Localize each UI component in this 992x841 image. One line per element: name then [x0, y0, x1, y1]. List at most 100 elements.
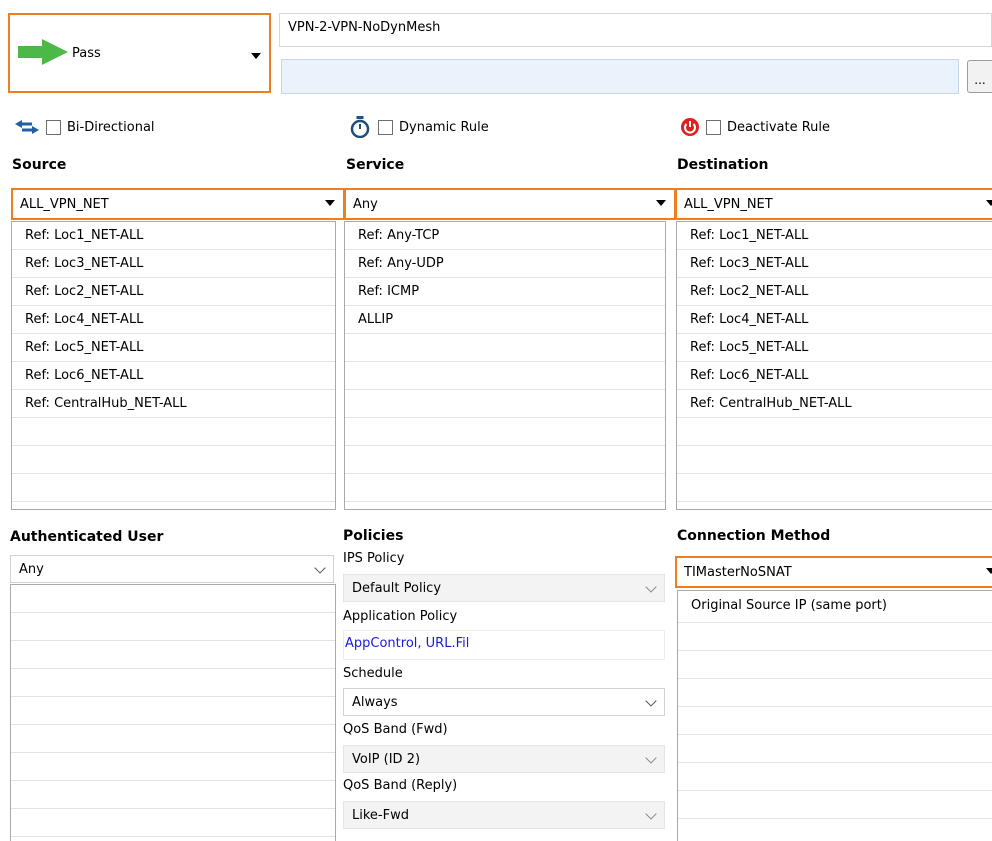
chevron-down-icon [645, 752, 657, 764]
empty-row [345, 446, 665, 474]
list-item[interactable]: ALLIP [345, 306, 665, 334]
auth-user-list[interactable] [10, 584, 336, 841]
auth-user-heading: Authenticated User [10, 529, 164, 545]
list-item[interactable]: Ref: ICMP [345, 278, 665, 306]
source-list[interactable]: Ref: Loc1_NET-ALL Ref: Loc3_NET-ALL Ref:… [11, 221, 336, 510]
bidirectional-arrows-icon [15, 120, 39, 134]
qos-fwd-value: VoIP (ID 2) [352, 751, 421, 767]
list-item[interactable]: Ref: Loc6_NET-ALL [12, 362, 335, 390]
bidirectional-checkbox[interactable] [46, 119, 61, 135]
empty-row [678, 707, 992, 735]
qos-reply-label: QoS Band (Reply) [343, 778, 458, 793]
empty-row [11, 781, 335, 809]
chevron-down-icon [645, 581, 657, 593]
empty-row [678, 679, 992, 707]
schedule-select[interactable]: Always [343, 688, 665, 716]
rule-comment-field[interactable] [281, 59, 959, 94]
schedule-label: Schedule [343, 666, 403, 681]
list-item[interactable]: Ref: Loc3_NET-ALL [677, 250, 992, 278]
source-selected: ALL_VPN_NET [20, 196, 109, 212]
list-item[interactable]: Ref: Any-UDP [345, 250, 665, 278]
list-item[interactable]: Ref: Loc4_NET-ALL [677, 306, 992, 334]
empty-row [11, 585, 335, 613]
qos-reply-select[interactable]: Like-Fwd [343, 801, 665, 829]
list-item[interactable]: Ref: Loc4_NET-ALL [12, 306, 335, 334]
chevron-down-icon [251, 53, 261, 59]
ips-policy-label: IPS Policy [343, 551, 405, 566]
empty-row [12, 418, 335, 446]
application-policy-label: Application Policy [343, 609, 458, 624]
destination-selected: ALL_VPN_NET [684, 196, 773, 212]
chevron-down-icon [645, 695, 657, 707]
chevron-down-icon [656, 200, 666, 206]
bidirectional-option[interactable]: Bi-Directional [14, 116, 155, 138]
qos-reply-value: Like-Fwd [352, 807, 409, 823]
rule-name-field[interactable]: VPN-2-VPN-NoDynMesh [279, 13, 992, 47]
source-heading: Source [12, 157, 67, 173]
empty-row [11, 809, 335, 837]
pass-arrow-icon [18, 39, 68, 65]
empty-row [345, 418, 665, 446]
list-item[interactable]: Ref: Loc2_NET-ALL [677, 278, 992, 306]
empty-row [678, 763, 992, 791]
empty-row [11, 669, 335, 697]
service-list[interactable]: Ref: Any-TCP Ref: Any-UDP Ref: ICMP ALLI… [344, 221, 666, 510]
action-dropdown[interactable]: Pass [8, 13, 271, 93]
destination-heading: Destination [677, 157, 769, 173]
service-selected: Any [353, 196, 378, 212]
empty-row [345, 390, 665, 418]
connection-method-list[interactable]: Original Source IP (same port) [677, 590, 992, 841]
application-policy-link[interactable]: AppControl, URL.Fil [343, 630, 665, 660]
deactivate-rule-option[interactable]: Deactivate Rule [680, 116, 830, 138]
list-item[interactable]: Ref: Loc3_NET-ALL [12, 250, 335, 278]
empty-row [345, 362, 665, 390]
chevron-down-icon [325, 200, 335, 206]
list-item[interactable]: Ref: Loc1_NET-ALL [677, 222, 992, 250]
service-heading: Service [346, 157, 405, 173]
empty-row [11, 725, 335, 753]
deactivate-rule-label: Deactivate Rule [727, 119, 831, 135]
list-item[interactable]: Ref: Loc2_NET-ALL [12, 278, 335, 306]
qos-fwd-select[interactable]: VoIP (ID 2) [343, 745, 665, 773]
service-combo[interactable]: Any [344, 188, 676, 220]
auth-user-select[interactable]: Any [10, 555, 334, 583]
connection-method-combo[interactable]: TIMasterNoSNAT [675, 556, 992, 588]
list-item[interactable]: Ref: Loc6_NET-ALL [677, 362, 992, 390]
ips-policy-select[interactable]: Default Policy [343, 574, 665, 602]
dynamic-rule-checkbox[interactable] [378, 119, 393, 135]
list-item[interactable]: Ref: Loc5_NET-ALL [12, 334, 335, 362]
auth-user-selected: Any [19, 561, 44, 577]
empty-row [12, 446, 335, 474]
action-label: Pass [72, 46, 101, 61]
empty-row [11, 613, 335, 641]
list-item[interactable]: Ref: Loc1_NET-ALL [12, 222, 335, 250]
empty-row [345, 334, 665, 362]
list-item[interactable]: Ref: CentralHub_NET-ALL [12, 390, 335, 418]
connection-method-selected: TIMasterNoSNAT [684, 564, 792, 580]
dynamic-rule-label: Dynamic Rule [399, 119, 489, 135]
destination-list[interactable]: Ref: Loc1_NET-ALL Ref: Loc3_NET-ALL Ref:… [676, 221, 992, 510]
list-item[interactable]: Ref: Any-TCP [345, 222, 665, 250]
policies-heading: Policies [343, 528, 404, 544]
qos-fwd-label: QoS Band (Fwd) [343, 722, 448, 737]
dynamic-rule-option[interactable]: Dynamic Rule [348, 116, 489, 138]
empty-row [677, 446, 992, 474]
empty-row [345, 474, 665, 502]
empty-row [677, 474, 992, 502]
empty-row [678, 791, 992, 819]
source-combo[interactable]: ALL_VPN_NET [11, 188, 345, 220]
list-item[interactable]: Ref: CentralHub_NET-ALL [677, 390, 992, 418]
empty-row [677, 418, 992, 446]
empty-row [11, 697, 335, 725]
destination-combo[interactable]: ALL_VPN_NET [675, 188, 992, 220]
list-item[interactable]: Original Source IP (same port) [678, 591, 992, 623]
chevron-down-icon [986, 200, 992, 206]
empty-row [678, 651, 992, 679]
more-button[interactable]: ... [967, 60, 992, 93]
list-item[interactable]: Ref: Loc5_NET-ALL [677, 334, 992, 362]
empty-row [678, 735, 992, 763]
connection-method-heading: Connection Method [677, 528, 831, 544]
empty-row [11, 753, 335, 781]
bidirectional-label: Bi-Directional [67, 119, 155, 135]
deactivate-rule-checkbox[interactable] [706, 119, 721, 135]
